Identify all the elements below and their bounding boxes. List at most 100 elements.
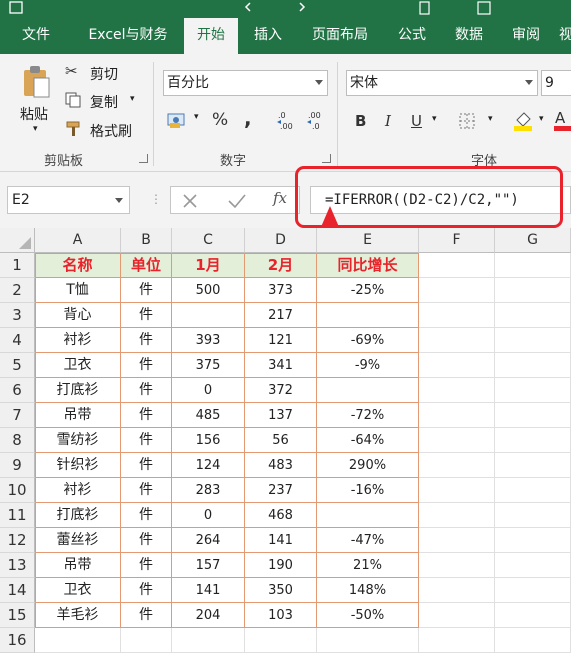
cell-a10[interactable]: 衬衫 (35, 478, 121, 503)
borders-icon[interactable] (458, 112, 476, 130)
row-header-8[interactable]: 8 (0, 428, 35, 453)
cell-g12[interactable] (495, 528, 571, 553)
cell-e4[interactable]: -69% (317, 328, 419, 353)
cell-e1[interactable]: 同比增长 (317, 253, 419, 278)
borders-dropdown-icon[interactable]: ▾ (488, 114, 493, 124)
cell-c10[interactable]: 283 (172, 478, 245, 503)
cell-a12[interactable]: 蕾丝衫 (35, 528, 121, 553)
cell-b8[interactable]: 件 (121, 428, 172, 453)
copy-icon[interactable] (65, 92, 81, 108)
row-header-14[interactable]: 14 (0, 578, 35, 603)
row-header-16[interactable]: 16 (0, 628, 35, 653)
cell-d14[interactable]: 350 (245, 578, 317, 603)
cell-f10[interactable] (419, 478, 495, 503)
row-header-10[interactable]: 10 (0, 478, 35, 503)
cell-c9[interactable]: 124 (172, 453, 245, 478)
cell-e12[interactable]: -47% (317, 528, 419, 553)
tab-insert[interactable]: 插入 (242, 18, 294, 54)
cell-e16[interactable] (317, 628, 419, 653)
tab-review[interactable]: 审阅 (500, 18, 552, 54)
comma-style-button[interactable]: , (244, 106, 252, 130)
font-name-select[interactable]: 宋体 (346, 70, 538, 96)
formula-bar-grip-icon[interactable]: ⋮ (150, 192, 162, 206)
cell-a13[interactable]: 吊带 (35, 553, 121, 578)
cell-b4[interactable]: 件 (121, 328, 172, 353)
cell-b1[interactable]: 单位 (121, 253, 172, 278)
cell-d7[interactable]: 137 (245, 403, 317, 428)
copy-button[interactable]: 复制 (90, 92, 118, 112)
cell-f7[interactable] (419, 403, 495, 428)
cell-c13[interactable]: 157 (172, 553, 245, 578)
increase-decimal-icon[interactable]: .0 .00 (275, 108, 295, 132)
clipboard-launcher-icon[interactable] (139, 154, 148, 163)
cell-f3[interactable] (419, 303, 495, 328)
cell-g5[interactable] (495, 353, 571, 378)
cell-g13[interactable] (495, 553, 571, 578)
underline-button[interactable]: U (411, 112, 422, 130)
cell-d11[interactable]: 468 (245, 503, 317, 528)
cell-g8[interactable] (495, 428, 571, 453)
copy-dropdown-icon[interactable]: ▾ (130, 94, 135, 104)
cell-g4[interactable] (495, 328, 571, 353)
cell-d3[interactable]: 217 (245, 303, 317, 328)
cell-c15[interactable]: 204 (172, 603, 245, 628)
paste-button[interactable]: 粘贴 (20, 104, 48, 124)
cell-g7[interactable] (495, 403, 571, 428)
cell-c8[interactable]: 156 (172, 428, 245, 453)
cell-a7[interactable]: 吊带 (35, 403, 121, 428)
cell-d10[interactable]: 237 (245, 478, 317, 503)
column-header-e[interactable]: E (317, 228, 419, 253)
cell-e2[interactable]: -25% (317, 278, 419, 303)
cell-b11[interactable]: 件 (121, 503, 172, 528)
cell-f5[interactable] (419, 353, 495, 378)
cell-e11[interactable] (317, 503, 419, 528)
row-header-7[interactable]: 7 (0, 403, 35, 428)
cell-a16[interactable] (35, 628, 121, 653)
font-size-select[interactable]: 9 (541, 70, 571, 96)
number-format-select[interactable]: 百分比 (163, 70, 328, 96)
cell-d15[interactable]: 103 (245, 603, 317, 628)
cell-b9[interactable]: 件 (121, 453, 172, 478)
cell-a8[interactable]: 雪纺衫 (35, 428, 121, 453)
cell-f11[interactable] (419, 503, 495, 528)
cell-d5[interactable]: 341 (245, 353, 317, 378)
cell-e6[interactable] (317, 378, 419, 403)
cancel-icon[interactable] (181, 192, 199, 210)
column-header-g[interactable]: G (495, 228, 571, 253)
cell-c3[interactable] (172, 303, 245, 328)
cell-a4[interactable]: 衬衫 (35, 328, 121, 353)
cell-f16[interactable] (419, 628, 495, 653)
row-header-2[interactable]: 2 (0, 278, 35, 303)
cell-b16[interactable] (121, 628, 172, 653)
underline-dropdown-icon[interactable]: ▾ (432, 114, 437, 124)
format-painter-icon[interactable] (65, 120, 83, 138)
row-header-1[interactable]: 1 (0, 253, 35, 278)
cell-b10[interactable]: 件 (121, 478, 172, 503)
cell-g6[interactable] (495, 378, 571, 403)
cell-e5[interactable]: -9% (317, 353, 419, 378)
row-header-4[interactable]: 4 (0, 328, 35, 353)
cell-g9[interactable] (495, 453, 571, 478)
row-header-15[interactable]: 15 (0, 603, 35, 628)
number-launcher-icon[interactable] (322, 154, 331, 163)
cell-c1[interactable]: 1月 (172, 253, 245, 278)
row-header-5[interactable]: 5 (0, 353, 35, 378)
cell-e15[interactable]: -50% (317, 603, 419, 628)
cell-e14[interactable]: 148% (317, 578, 419, 603)
cell-c6[interactable]: 0 (172, 378, 245, 403)
cell-b5[interactable]: 件 (121, 353, 172, 378)
cell-d12[interactable]: 141 (245, 528, 317, 553)
cell-f8[interactable] (419, 428, 495, 453)
cell-a9[interactable]: 针织衫 (35, 453, 121, 478)
cell-f2[interactable] (419, 278, 495, 303)
cell-e13[interactable]: 21% (317, 553, 419, 578)
accounting-format-icon[interactable] (166, 110, 188, 130)
cell-a15[interactable]: 羊毛衫 (35, 603, 121, 628)
column-header-c[interactable]: C (172, 228, 245, 253)
cell-d1[interactable]: 2月 (245, 253, 317, 278)
percent-style-button[interactable]: % (212, 110, 228, 130)
select-all-button[interactable] (0, 228, 35, 253)
accounting-dropdown-icon[interactable]: ▾ (194, 112, 199, 122)
row-header-6[interactable]: 6 (0, 378, 35, 403)
cell-a3[interactable]: 背心 (35, 303, 121, 328)
